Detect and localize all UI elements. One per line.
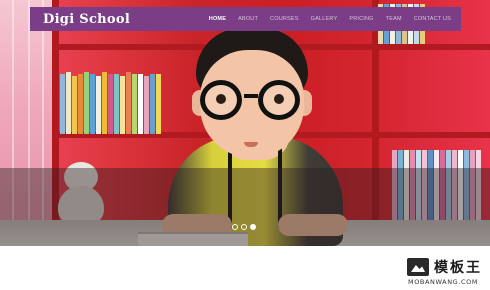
nav-item-pricing[interactable]: PRICING bbox=[343, 16, 379, 22]
nav-menu: HOME ABOUT COURSES GALLERY PRICING TEAM … bbox=[203, 16, 461, 22]
caption-overlay bbox=[0, 168, 490, 246]
hero-slider bbox=[0, 0, 490, 246]
nav-item-about[interactable]: ABOUT bbox=[232, 16, 264, 22]
nav-item-courses[interactable]: COURSES bbox=[264, 16, 305, 22]
brand-logo[interactable]: Digi School bbox=[43, 12, 130, 27]
watermark-title: 模板王 bbox=[434, 260, 482, 276]
carousel-dot-3[interactable] bbox=[250, 224, 256, 230]
carousel-indicators bbox=[232, 224, 256, 230]
carousel-dot-1[interactable] bbox=[232, 224, 238, 230]
watermark-subtitle: MOBANWANG.COM bbox=[408, 278, 479, 286]
nav-item-gallery[interactable]: GALLERY bbox=[305, 16, 344, 22]
top-navbar: Digi School HOME ABOUT COURSES GALLERY P… bbox=[30, 7, 461, 31]
nav-item-contact[interactable]: CONTACT US bbox=[408, 16, 457, 22]
nav-item-team[interactable]: TEAM bbox=[380, 16, 408, 22]
carousel-dot-2[interactable] bbox=[241, 224, 247, 230]
book-row bbox=[60, 72, 161, 134]
nav-item-home[interactable]: HOME bbox=[203, 16, 232, 22]
picture-icon bbox=[407, 258, 429, 276]
watermark: 模板王 MOBANWANG.COM bbox=[404, 256, 488, 288]
